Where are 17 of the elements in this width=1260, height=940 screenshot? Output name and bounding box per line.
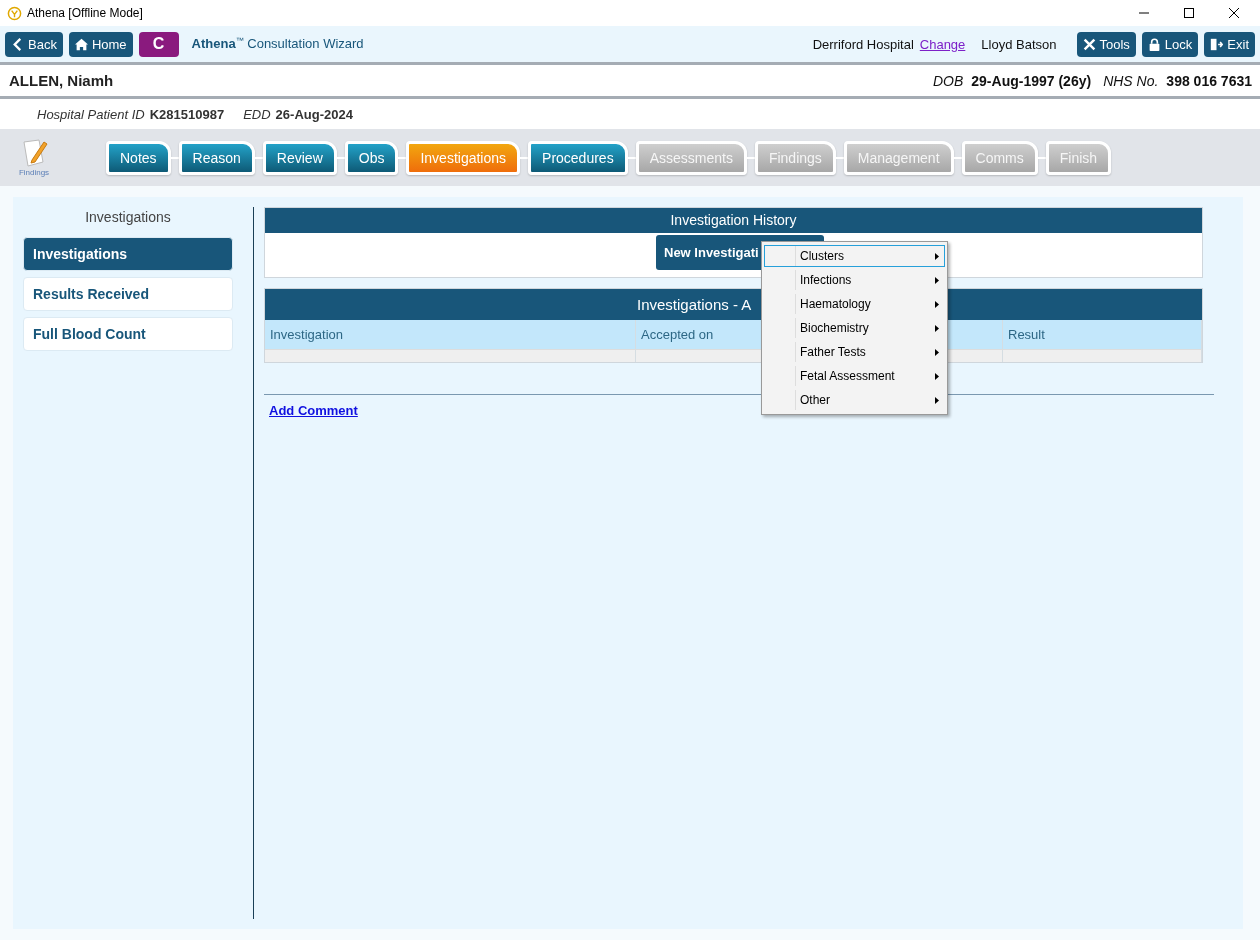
window-title: Athena [Offline Mode] [27,6,143,20]
user-name: Lloyd Batson [981,36,1057,52]
patient-id-label: Hospital Patient ID [37,106,145,122]
table-title: Investigations - A [637,296,752,313]
patient-id-value: K281510987 [149,106,225,122]
findings-caption: Findings [18,168,50,177]
dob-label: DOB [932,72,964,89]
app-title: Athena$^{™}$ Consultation Wizard [191,36,364,52]
sidebar-title: Investigations [84,209,172,225]
history-header: Investigation History [265,208,1202,233]
hospital-name: Derriford Hospital [812,36,914,52]
nhs-value: 398 016 7631 [1166,72,1252,89]
edd-label: EDD [243,106,271,122]
dob-value: 29-Aug-1997 (26y) [971,72,1092,89]
nhs-label: NHS No. [1103,72,1159,89]
edd-value: 26-Aug-2024 [275,106,353,122]
patient-name: ALLEN, Niamh [9,72,114,89]
